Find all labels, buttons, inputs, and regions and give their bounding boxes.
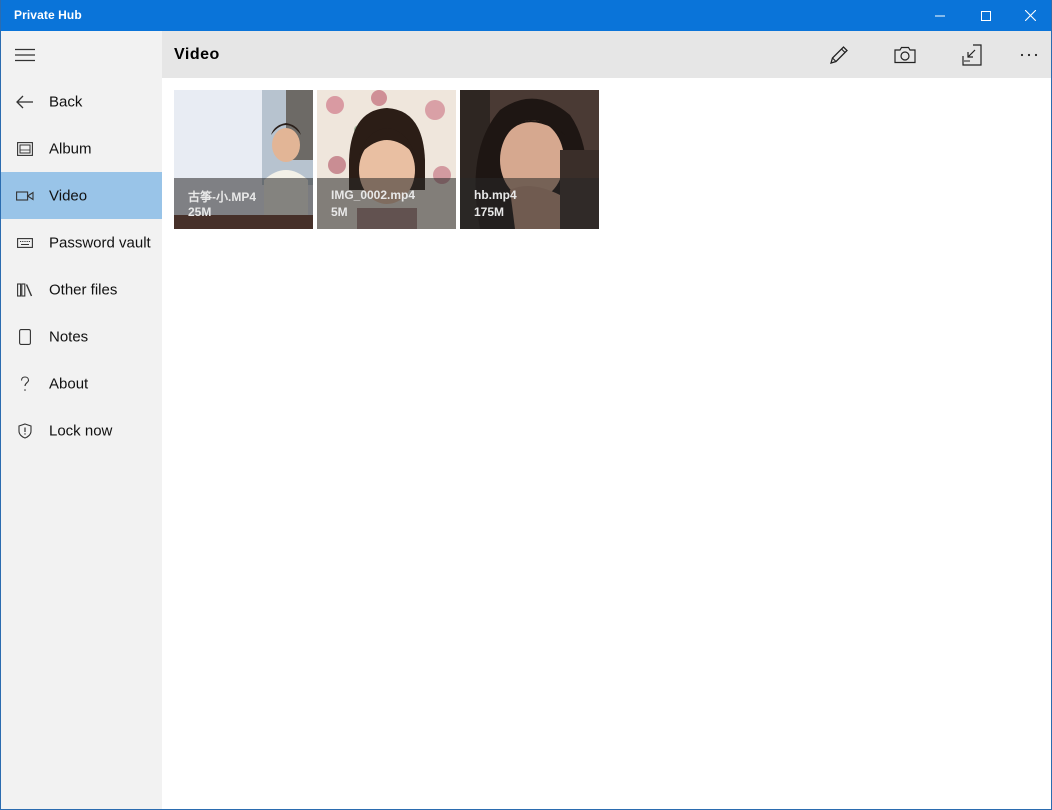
sidebar-item-about[interactable]: About — [1, 360, 162, 407]
note-icon — [16, 328, 34, 346]
album-icon — [16, 140, 34, 158]
title-bar: Private Hub — [1, 0, 1051, 31]
keyboard-icon — [16, 234, 34, 252]
video-filesize: 175M — [474, 205, 505, 219]
back-arrow-icon — [16, 93, 34, 111]
maximize-icon — [981, 10, 991, 21]
tile-caption-overlay — [460, 178, 599, 229]
library-icon — [16, 281, 34, 299]
sidebar-item-label: Lock now — [49, 422, 113, 439]
video-tile[interactable]: IMG_0002.mp4 5M — [317, 90, 456, 229]
close-button[interactable] — [1007, 0, 1051, 31]
import-icon — [962, 44, 982, 66]
sidebar-item-back[interactable]: Back — [1, 78, 162, 125]
sidebar-item-album[interactable]: Album — [1, 125, 162, 172]
hamburger-button[interactable] — [15, 48, 35, 62]
sidebar-item-video[interactable]: Video — [1, 172, 162, 219]
sidebar-item-password-vault[interactable]: Password vault — [1, 219, 162, 266]
sidebar-item-label: Other files — [49, 281, 118, 298]
page-header: Video — [162, 31, 1051, 78]
question-icon — [16, 375, 34, 393]
video-tile[interactable]: hb.mp4 175M — [460, 90, 599, 229]
video-filename: hb.mp4 — [474, 188, 517, 202]
app-window: Private Hub Back Album Video Password va… — [0, 0, 1052, 810]
camera-icon — [894, 46, 916, 64]
maximize-button[interactable] — [963, 0, 1009, 31]
hamburger-icon — [15, 48, 35, 62]
video-filename: IMG_0002.mp4 — [331, 188, 416, 202]
sidebar-item-label: Video — [49, 187, 88, 204]
close-icon — [1024, 10, 1036, 21]
edit-pencil-icon — [830, 46, 848, 64]
main-content: Video 古筝-小.MP4 25M IMG_0002.mp4 5M hb.mp… — [162, 31, 1051, 809]
sidebar-item-label: Back — [49, 93, 83, 110]
shield-icon — [16, 422, 34, 440]
more-icon — [1020, 53, 1038, 57]
sidebar-item-label: Notes — [49, 328, 89, 345]
page-title: Video — [174, 46, 220, 63]
import-button[interactable] — [957, 41, 987, 69]
sidebar-item-label: Password vault — [49, 234, 151, 251]
video-camera-icon — [16, 187, 34, 205]
more-button[interactable] — [1014, 41, 1044, 69]
sidebar-item-label: Album — [49, 140, 92, 157]
sidebar-item-other-files[interactable]: Other files — [1, 266, 162, 313]
edit-button[interactable] — [824, 41, 854, 69]
sidebar-item-lock-now[interactable]: Lock now — [1, 407, 162, 454]
video-tile[interactable]: 古筝-小.MP4 25M — [174, 90, 313, 229]
camera-button[interactable] — [890, 41, 920, 69]
tile-caption-overlay — [317, 178, 456, 229]
video-filesize: 5M — [331, 205, 348, 219]
window-title: Private Hub — [14, 8, 82, 22]
minimize-icon — [935, 15, 945, 16]
sidebar: Back Album Video Password vault Other fi — [1, 31, 162, 809]
minimize-button[interactable] — [917, 0, 963, 31]
video-filename: 古筝-小.MP4 — [188, 190, 257, 204]
sidebar-item-notes[interactable]: Notes — [1, 313, 162, 360]
sidebar-item-label: About — [49, 375, 89, 392]
video-filesize: 25M — [188, 205, 212, 219]
